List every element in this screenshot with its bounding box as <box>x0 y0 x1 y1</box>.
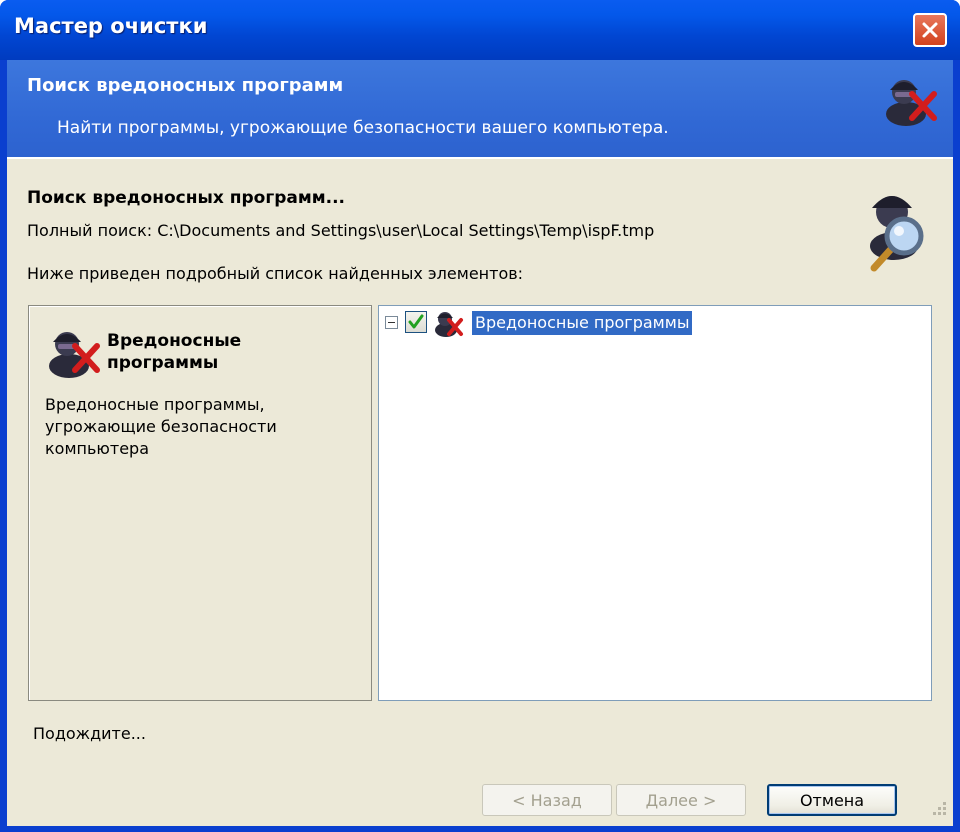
malware-spy-icon <box>435 312 463 337</box>
collapse-toggle[interactable] <box>385 316 398 329</box>
results-caption: Ниже приведен подробный список найденных… <box>27 264 524 283</box>
close-icon <box>922 22 938 38</box>
close-button[interactable] <box>913 13 947 47</box>
item-checkbox[interactable] <box>405 311 427 333</box>
status-text: Подождите... <box>33 724 146 743</box>
next-button[interactable]: Далее > <box>616 784 746 816</box>
back-button[interactable]: < Назад <box>482 784 612 816</box>
malware-spy-icon <box>886 80 937 126</box>
scan-path: Полный поиск: C:\Documents and Settings\… <box>27 221 655 240</box>
category-description: Вредоносные программы, угрожающие безопа… <box>45 395 277 458</box>
resize-grip-icon[interactable] <box>929 800 949 820</box>
title-bar[interactable]: Мастер очистки <box>0 0 960 60</box>
wizard-window: Мастер очистки Поиск вредоносных програм… <box>0 0 960 832</box>
scan-heading: Поиск вредоносных программ... <box>27 188 346 208</box>
header-title: Поиск вредоносных программ <box>27 75 344 96</box>
malware-spy-icon <box>49 332 100 378</box>
cancel-button[interactable]: Отмена <box>767 784 897 816</box>
results-tree[interactable]: Вредоносные программы <box>378 305 932 701</box>
category-title: Вредоносные программы <box>107 331 242 373</box>
dialog-body: Поиск вредоносных программ Найти програм… <box>7 60 953 826</box>
tree-item-label[interactable]: Вредоносные программы <box>472 311 693 335</box>
wizard-header: Поиск вредоносных программ Найти програм… <box>7 60 953 159</box>
header-subtitle: Найти программы, угрожающие безопасности… <box>57 118 669 138</box>
window-title: Мастер очистки <box>14 14 208 38</box>
checkmark-icon <box>408 314 424 329</box>
magnifier-spy-icon <box>870 196 924 272</box>
category-info-panel: Вредоносные программы Вредоносные програ… <box>28 305 372 701</box>
